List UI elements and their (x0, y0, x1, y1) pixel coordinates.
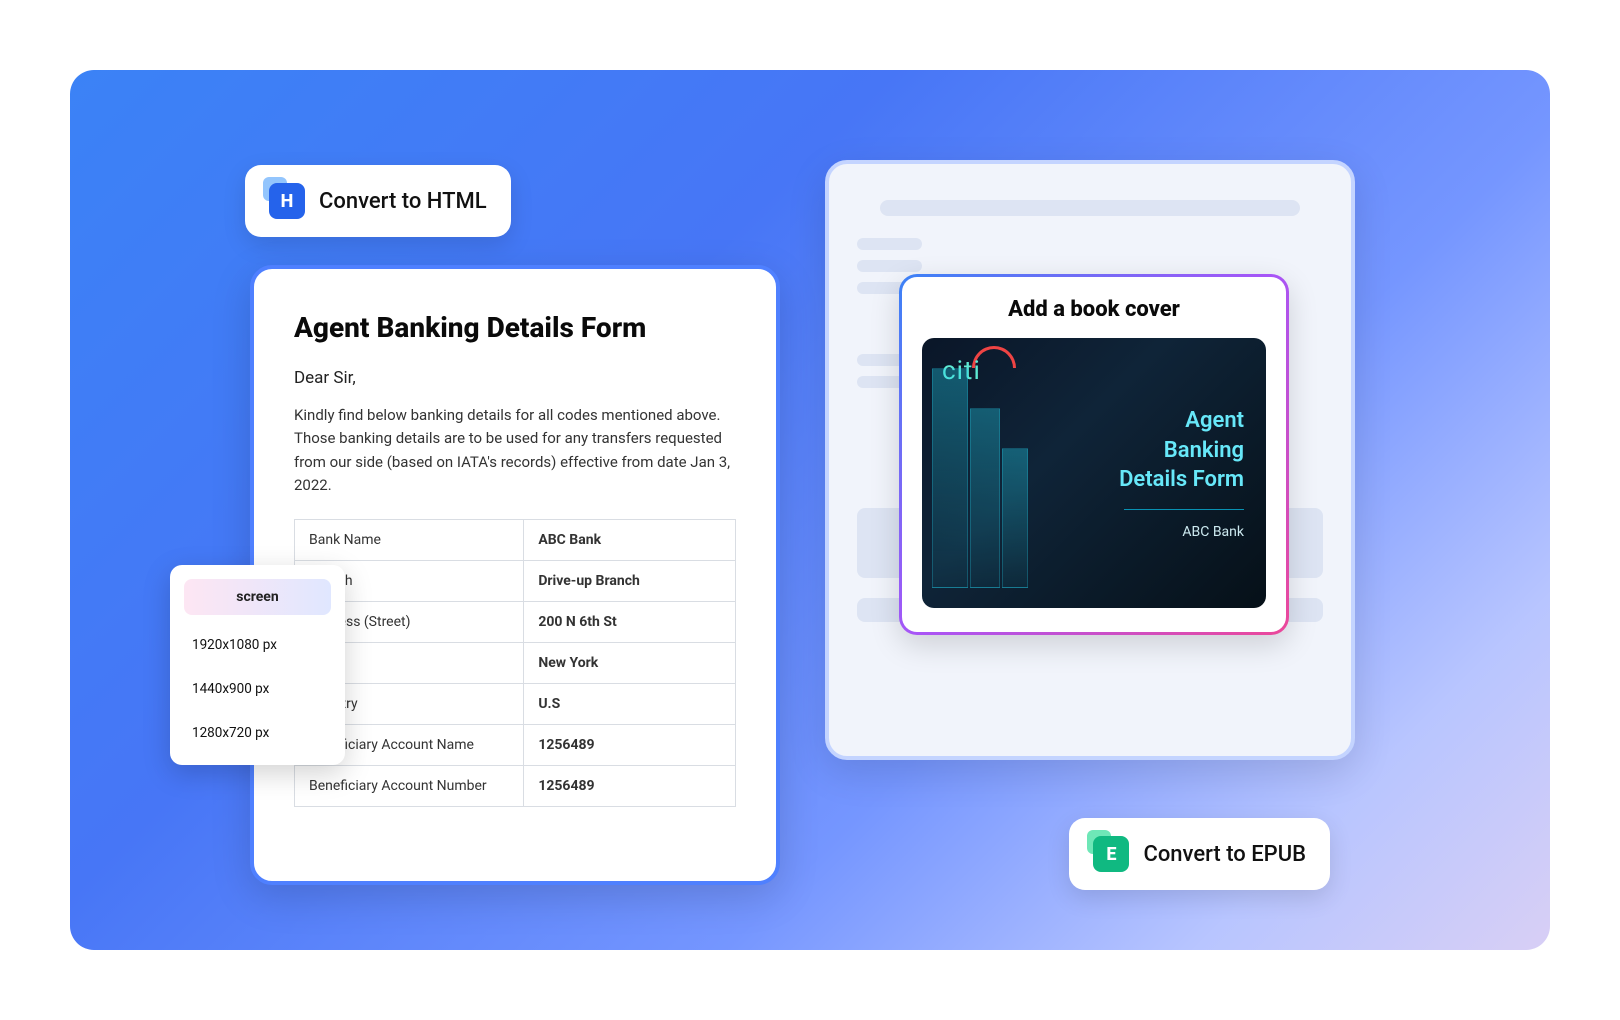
convert-to-html-button[interactable]: H Convert to HTML (245, 165, 511, 237)
epub-preview-card: Add a book cover citi AgentBankingDetail… (825, 160, 1355, 760)
screen-size-dropdown[interactable]: screen 1920x1080 px 1440x900 px 1280x720… (170, 565, 345, 765)
book-cover-image: citi AgentBankingDetails Form ABC Bank (922, 338, 1266, 608)
cover-title-text: AgentBankingDetails Form (1119, 406, 1244, 495)
document-salutation: Dear Sir, (294, 368, 736, 388)
convert-to-epub-button[interactable]: E Convert to EPUB (1069, 818, 1330, 890)
document-title: Agent Banking Details Form (294, 311, 736, 344)
convert-html-label: Convert to HTML (319, 189, 487, 214)
screen-dropdown-header: screen (184, 579, 331, 615)
add-book-cover-panel[interactable]: Add a book cover citi AgentBankingDetail… (899, 274, 1289, 635)
screen-option[interactable]: 1920x1080 px (170, 623, 345, 667)
skeleton-line (857, 238, 922, 250)
table-row: Address (Street)200 N 6th St (295, 602, 736, 643)
table-row: Beneficiary Account Name1256489 (295, 725, 736, 766)
screen-option[interactable]: 1440x900 px (170, 667, 345, 711)
html-icon: H (269, 183, 305, 219)
table-row: BranchDrive-up Branch (295, 561, 736, 602)
table-row: CityNew York (295, 643, 736, 684)
cover-subtitle: ABC Bank (1182, 524, 1244, 540)
cover-panel-heading: Add a book cover (922, 297, 1266, 322)
convert-epub-label: Convert to EPUB (1143, 842, 1306, 867)
banking-details-table: Bank NameABC Bank BranchDrive-up Branch … (294, 519, 736, 807)
table-row: CountryU.S (295, 684, 736, 725)
skeleton-line (857, 260, 922, 272)
table-row: Bank NameABC Bank (295, 520, 736, 561)
document-body: Kindly find below banking details for al… (294, 404, 736, 497)
promo-stage: H Convert to HTML Agent Banking Details … (70, 70, 1550, 950)
skeleton-line (880, 200, 1299, 216)
screen-option[interactable]: 1280x720 px (170, 711, 345, 755)
epub-icon: E (1093, 836, 1129, 872)
table-row: Beneficiary Account Number1256489 (295, 766, 736, 807)
